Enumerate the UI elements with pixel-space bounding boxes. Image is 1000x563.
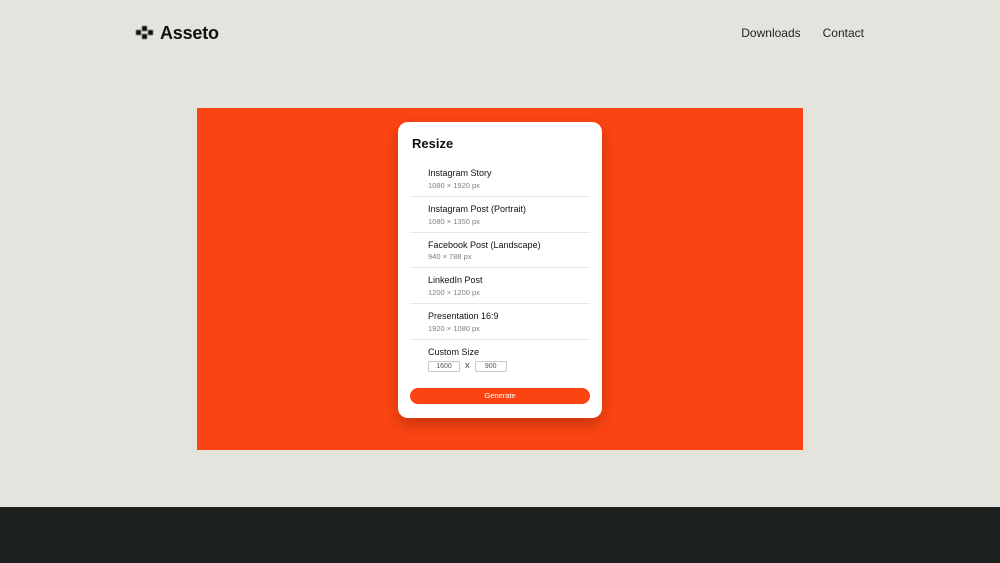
footer-band [0, 507, 1000, 563]
preset-facebook-post-landscape[interactable]: Facebook Post (Landscape) 940 × 788 px [410, 233, 590, 269]
generate-button[interactable]: Generate [410, 388, 590, 404]
nav-links: Downloads Contact [741, 26, 864, 40]
preset-dims: 940 × 788 px [428, 252, 590, 261]
preset-dims: 1920 × 1080 px [428, 324, 590, 333]
custom-height-input[interactable] [475, 361, 507, 372]
custom-size-row: X [428, 361, 590, 372]
card-title: Resize [410, 136, 590, 151]
brand-logo-icon [136, 26, 154, 40]
brand-name: Asseto [160, 23, 219, 44]
preset-linkedin-post[interactable]: LinkedIn Post 1200 × 1200 px [410, 268, 590, 304]
preset-presentation-16-9[interactable]: Presentation 16:9 1920 × 1080 px [410, 304, 590, 340]
preset-dims: 1200 × 1200 px [428, 288, 590, 297]
preset-dims: 1080 × 1920 px [428, 181, 590, 190]
custom-size-section: Custom Size X [410, 340, 590, 376]
custom-size-title: Custom Size [428, 347, 590, 357]
preset-dims: 1080 × 1350 px [428, 217, 590, 226]
nav-link-contact[interactable]: Contact [823, 26, 864, 40]
nav-link-downloads[interactable]: Downloads [741, 26, 800, 40]
custom-width-input[interactable] [428, 361, 460, 372]
dimension-x-label: X [465, 363, 470, 370]
preset-name: Facebook Post (Landscape) [428, 240, 590, 251]
preset-name: Presentation 16:9 [428, 311, 590, 322]
resize-card: Resize Instagram Story 1080 × 1920 px In… [398, 122, 602, 418]
preset-instagram-story[interactable]: Instagram Story 1080 × 1920 px [410, 161, 590, 197]
top-nav: Asseto Downloads Contact [0, 18, 1000, 48]
preset-list: Instagram Story 1080 × 1920 px Instagram… [410, 161, 590, 340]
preset-instagram-post-portrait[interactable]: Instagram Post (Portrait) 1080 × 1350 px [410, 197, 590, 233]
preset-name: LinkedIn Post [428, 275, 590, 286]
preset-name: Instagram Story [428, 168, 590, 179]
preset-name: Instagram Post (Portrait) [428, 204, 590, 215]
brand[interactable]: Asseto [136, 23, 219, 44]
